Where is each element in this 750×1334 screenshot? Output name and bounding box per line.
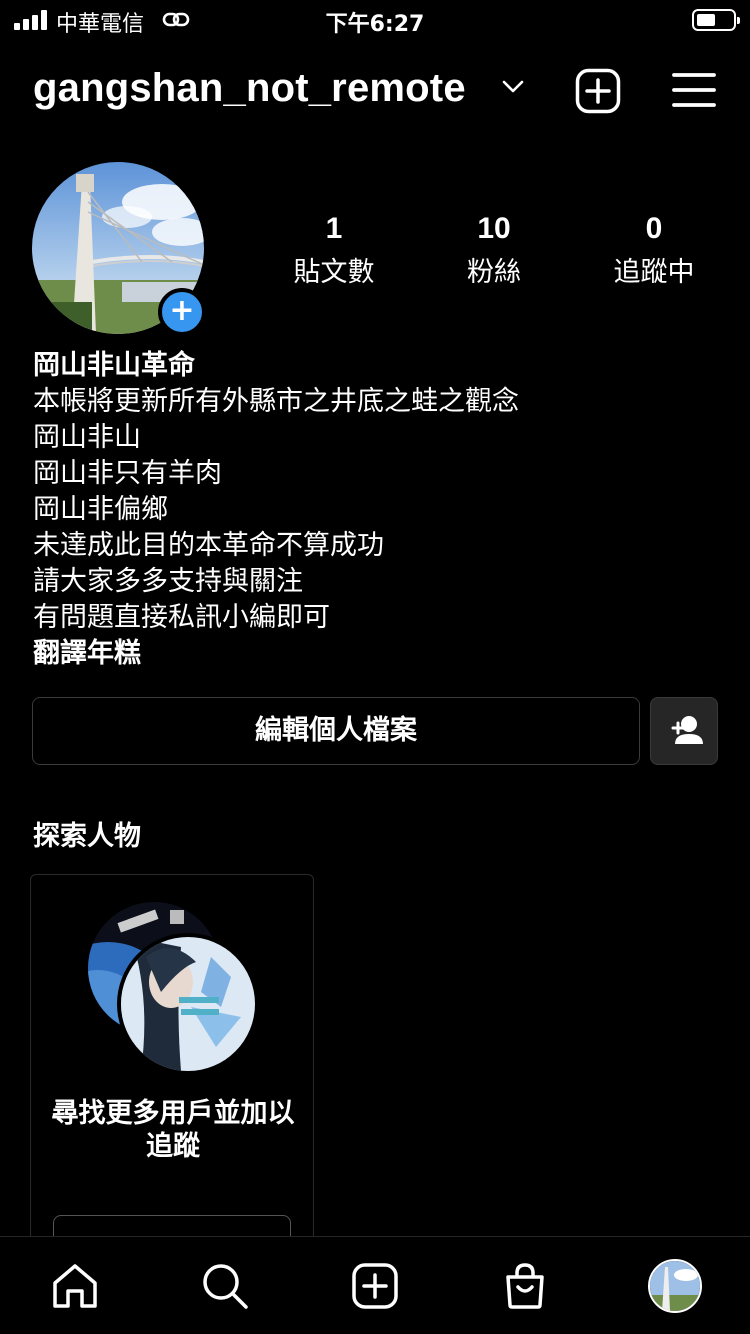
username-switcher[interactable]: gangshan_not_remote [33,66,466,111]
discover-people-title: 探索人物 [33,821,141,852]
add-story-button[interactable]: + [158,288,206,336]
chevron-down-icon[interactable] [502,80,524,94]
display-name: 岡山非山革命 [33,350,195,381]
profile-header: gangshan_not_remote [0,60,750,124]
posts-label: 貼文數 [293,257,375,288]
status-time: 下午6:27 [325,12,425,37]
suggestion-card-text: 尋找更多用戶並加以追蹤 [51,1098,295,1162]
bio-line: 請大家多多支持與關注 [33,566,303,597]
add-icon[interactable] [350,1261,400,1311]
discover-people-button[interactable] [650,697,718,765]
add-person-icon [671,716,703,744]
bio-signature: 翻譯年糕 [33,638,141,669]
bio-line: 岡山非山 [33,422,141,453]
following-count: 0 [645,212,663,245]
profile-bio: 岡山非山革命 本帳將更新所有外縣市之井底之蛙之觀念 岡山非山 岡山非只有羊肉 岡… [33,348,713,672]
bottom-nav [0,1236,750,1334]
followers-count: 10 [477,212,511,245]
bio-line: 本帳將更新所有外縣市之井底之蛙之觀念 [33,386,519,417]
bio-line: 岡山非只有羊肉 [33,458,222,489]
suggestion-card[interactable]: 尋找更多用戶並加以追蹤 [30,874,314,1254]
status-bar: 中華電信 下午6:27 [0,0,750,44]
bio-line: 未達成此目的本革命不算成功 [33,530,384,561]
followers-label: 粉絲 [467,257,521,288]
edit-profile-button[interactable]: 編輯個人檔案 [32,697,640,765]
profile-avatar-wrap[interactable]: + [32,162,206,336]
shop-icon[interactable] [500,1261,550,1311]
battery-icon [692,9,740,31]
stat-followers[interactable]: 10 粉絲 [414,212,574,289]
bio-line: 有問題直接私訊小編即可 [33,602,330,633]
following-label: 追蹤中 [613,257,695,288]
add-post-icon[interactable] [575,68,621,114]
stat-posts[interactable]: 1 貼文數 [254,212,414,289]
home-icon[interactable] [50,1261,100,1311]
search-icon[interactable] [200,1261,250,1311]
stat-following[interactable]: 0 追蹤中 [574,212,734,289]
menu-icon[interactable] [672,70,716,110]
suggestion-avatar [117,933,259,1075]
profile-tab-avatar[interactable] [648,1259,702,1313]
bio-line: 岡山非偏鄉 [33,494,168,525]
posts-count: 1 [325,212,343,245]
